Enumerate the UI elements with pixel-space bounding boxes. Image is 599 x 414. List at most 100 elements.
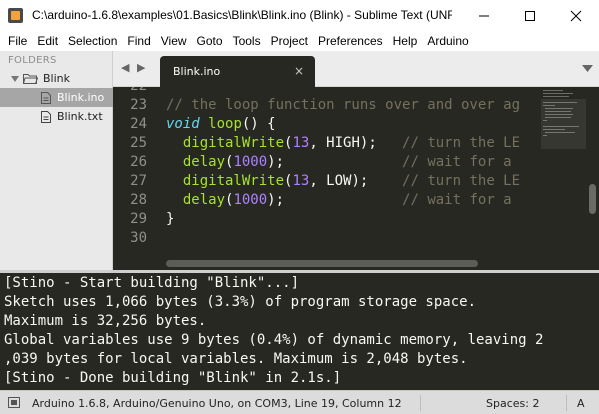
sidebar: FOLDERS Blink Blink.ino Blink.txt <box>0 51 113 270</box>
code-token: delay <box>182 154 226 170</box>
line-number: 28 <box>130 192 147 208</box>
status-text: Arduino 1.6.8, Arduino/Genuino Uno, on C… <box>32 397 402 410</box>
code-token: ); <box>267 192 403 208</box>
tab-label: Blink.ino <box>173 65 221 78</box>
minimize-button[interactable] <box>461 0 507 31</box>
window-title: C:\arduino-1.6.8\examples\01.Basics\Blin… <box>32 8 452 22</box>
code-token: } <box>166 211 175 227</box>
console-line: [Stino - Start building "Blink"...] <box>4 275 300 291</box>
file-label: Blink.txt <box>57 110 103 123</box>
code-line: digitalWrite(13, HIGH); // turn the LE <box>166 134 520 153</box>
minimap-preview <box>541 90 586 149</box>
line-number: 25 <box>130 135 147 151</box>
title-bar: C:\arduino-1.6.8\examples\01.Basics\Blin… <box>0 0 599 31</box>
code-token: digitalWrite <box>182 173 285 189</box>
console-line: ,039 bytes for local variables. Maximum … <box>4 351 468 367</box>
maximize-icon <box>525 10 535 21</box>
menu-tools[interactable]: Tools <box>228 34 266 48</box>
folder-open-icon <box>23 74 38 84</box>
indentation-setting[interactable]: Spaces: 2 <box>486 397 539 410</box>
code-line: void loop() { <box>166 115 276 134</box>
vertical-scroll-thumb[interactable] <box>589 184 596 214</box>
minimize-icon <box>479 15 489 16</box>
menu-selection[interactable]: Selection <box>63 34 122 48</box>
minimap[interactable] <box>541 87 586 256</box>
syntax-setting[interactable]: A <box>577 397 585 410</box>
status-separator <box>566 395 567 411</box>
code-token: // wait for a <box>402 154 512 170</box>
tab-blink-ino[interactable]: Blink.ino × <box>160 56 315 87</box>
code-token: digitalWrite <box>182 135 285 151</box>
folders-header: FOLDERS <box>8 55 57 66</box>
file-label: Blink.ino <box>57 91 105 104</box>
close-icon <box>570 10 582 21</box>
code-token: delay <box>182 192 226 208</box>
tab-bar: ◀ ▶ Blink.ino × <box>113 51 599 87</box>
menu-file[interactable]: File <box>3 34 32 48</box>
code-line: } <box>166 210 174 229</box>
tab-next-icon[interactable]: ▶ <box>137 61 145 74</box>
code-token: // the loop function runs over and over … <box>166 97 521 113</box>
menu-goto[interactable]: Goto <box>192 34 228 48</box>
menu-preferences[interactable]: Preferences <box>313 34 388 48</box>
code-line: // the loop function runs over and over … <box>166 96 520 115</box>
status-separator <box>420 395 421 411</box>
editor-horizontal-scrollbar[interactable] <box>113 256 599 270</box>
disclosure-open-icon <box>11 75 19 82</box>
menu-edit[interactable]: Edit <box>32 34 63 48</box>
code-token: , LOW); <box>309 173 403 189</box>
line-number: 26 <box>130 154 147 170</box>
menu-find[interactable]: Find <box>122 34 155 48</box>
menu-help[interactable]: Help <box>388 34 423 48</box>
horizontal-scroll-thumb[interactable] <box>166 260 478 267</box>
code-line: delay(1000); // wait for a <box>166 153 512 172</box>
status-bar: Arduino 1.6.8, Arduino/Genuino Uno, on C… <box>0 390 599 414</box>
code-token: 1000 <box>233 192 268 208</box>
file-icon <box>41 110 51 123</box>
console-line: Sketch uses 1,066 bytes (3.3%) of progra… <box>4 294 477 310</box>
line-number: 29 <box>130 211 147 227</box>
sublime-app-icon <box>8 8 23 23</box>
code-token: 13 <box>292 173 310 189</box>
build-output-panel[interactable]: [Stino - Start building "Blink"...] Sket… <box>0 273 599 390</box>
panel-toggle-icon[interactable] <box>8 397 20 408</box>
code-line: digitalWrite(13, LOW); // turn the LE <box>166 172 520 191</box>
line-number: 23 <box>130 97 147 113</box>
code-token: 13 <box>292 135 310 151</box>
code-area[interactable]: // the loop function runs over and over … <box>166 87 536 256</box>
sidebar-file-blink-ino[interactable]: Blink.ino <box>0 88 113 107</box>
maximize-button[interactable] <box>507 0 553 31</box>
code-token: void <box>166 116 200 132</box>
tab-close-icon[interactable]: × <box>294 64 304 78</box>
line-number: 30 <box>130 230 147 246</box>
line-number: 27 <box>130 173 147 189</box>
code-token: () { <box>241 116 276 132</box>
menu-view[interactable]: View <box>156 34 192 48</box>
console-line: [Stino - Done building "Blink" in 2.1s.] <box>4 370 342 386</box>
line-number: 22 <box>113 87 151 96</box>
file-icon <box>41 91 51 104</box>
code-token: loop <box>208 116 242 132</box>
close-button[interactable] <box>553 0 599 31</box>
code-token: // turn the LE <box>402 135 521 151</box>
line-number-gutter: 2223 24 25 26 27 28 29 30 <box>113 87 151 256</box>
editor-vertical-scrollbar[interactable] <box>586 87 599 256</box>
code-line: delay(1000); // wait for a <box>166 191 512 210</box>
tab-dropdown-icon[interactable] <box>582 64 593 73</box>
folder-label: Blink <box>43 72 71 85</box>
code-editor[interactable]: 2223 24 25 26 27 28 29 30 // the loop function … <box>113 87 599 256</box>
tab-prev-icon[interactable]: ◀ <box>121 61 129 74</box>
console-line: Global variables use 9 bytes (0.4%) of d… <box>4 332 544 348</box>
menu-arduino[interactable]: Arduino <box>422 34 473 48</box>
sidebar-folder-blink[interactable]: Blink <box>0 69 113 88</box>
line-number: 24 <box>130 116 147 132</box>
menu-project[interactable]: Project <box>266 34 313 48</box>
sidebar-file-blink-txt[interactable]: Blink.txt <box>0 107 113 126</box>
code-token: , HIGH); <box>309 135 403 151</box>
console-line: Maximum is 32,256 bytes. <box>4 313 207 329</box>
code-token: // turn the LE <box>402 173 521 189</box>
